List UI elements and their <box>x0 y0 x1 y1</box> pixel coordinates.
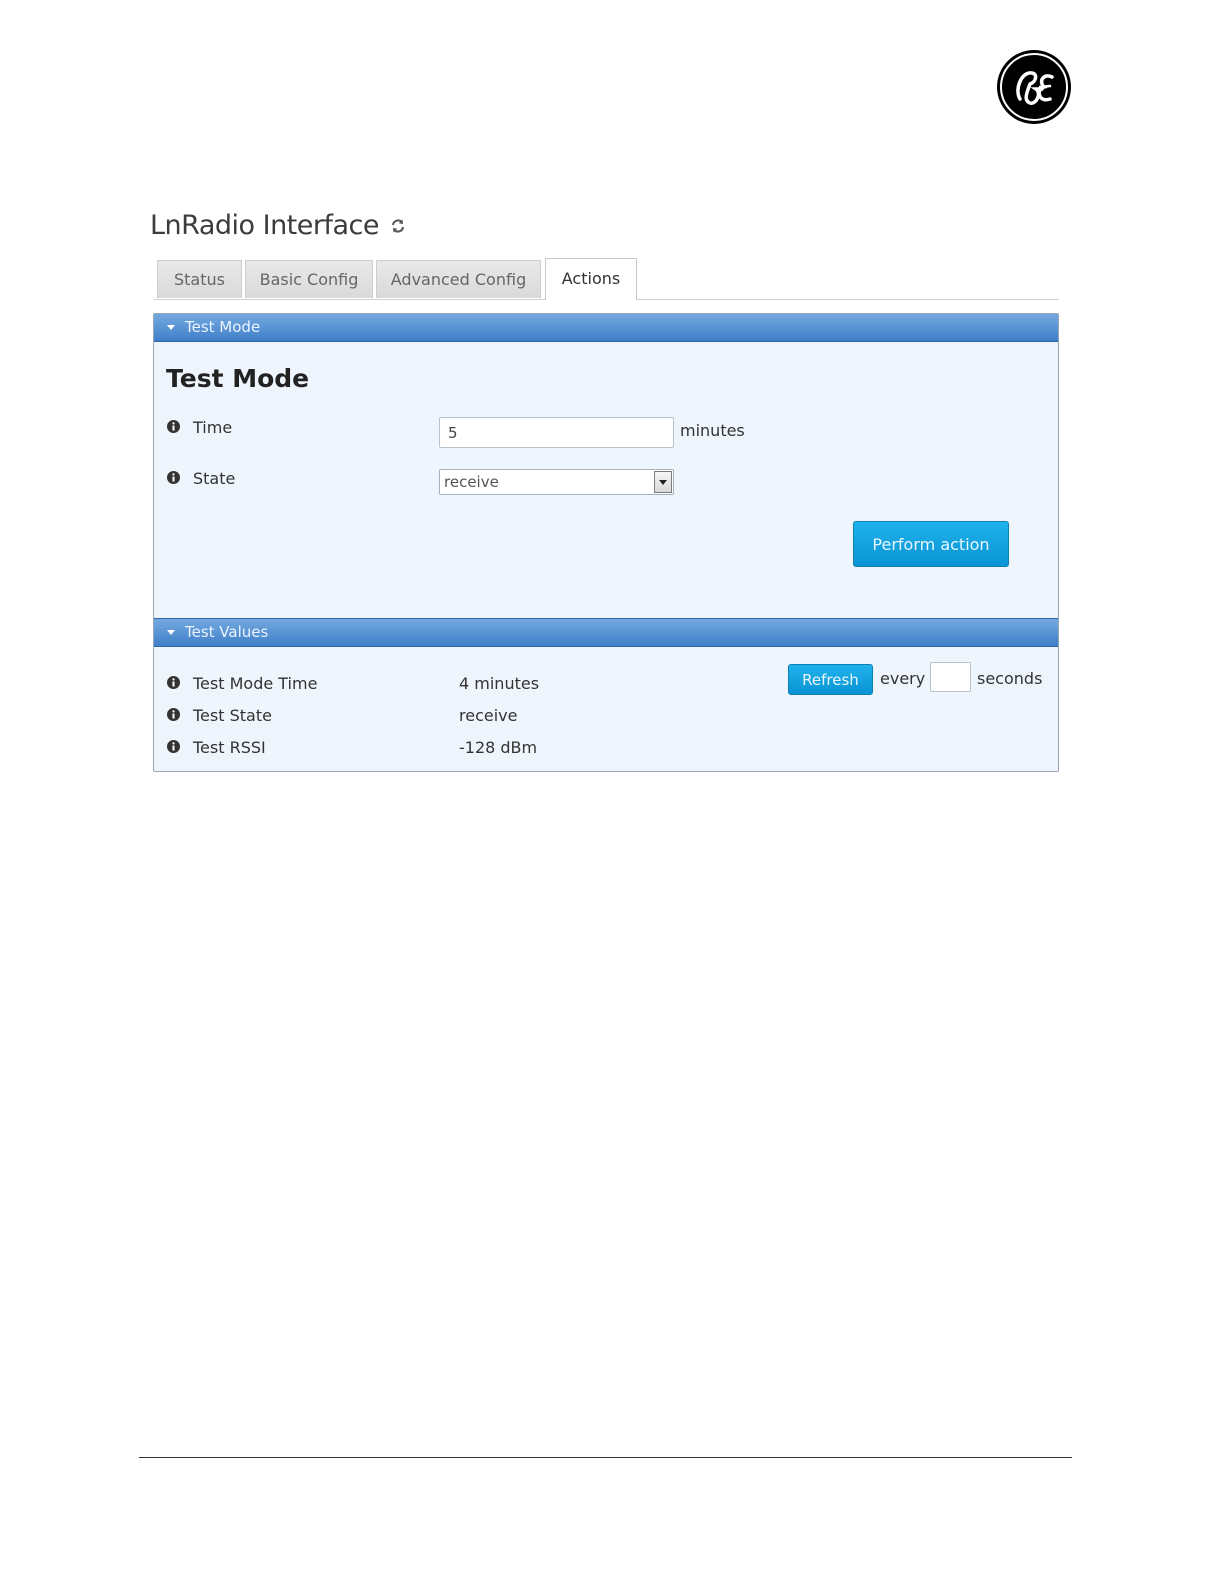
seconds-label: seconds <box>977 669 1043 688</box>
every-label: every <box>880 669 926 688</box>
info-icon[interactable] <box>167 708 180 721</box>
tab-basic-config[interactable]: Basic Config <box>245 260 373 298</box>
test-mode-time-value: 4 minutes <box>459 674 540 693</box>
perform-action-button[interactable]: Perform action <box>853 521 1009 567</box>
tab-status[interactable]: Status <box>157 260 242 298</box>
footer-divider <box>139 1457 1072 1458</box>
info-icon[interactable] <box>167 471 180 484</box>
page-title: LnRadio Interface <box>150 210 380 241</box>
test-mode-heading: Test Mode <box>166 364 310 393</box>
section-title: Test Values <box>185 623 269 641</box>
test-state-label: Test State <box>193 706 272 725</box>
collapse-caret-icon <box>167 325 175 330</box>
test-rssi-label: Test RSSI <box>193 738 266 757</box>
refresh-interval-input[interactable] <box>930 662 971 692</box>
tab-bar: Status Basic Config Advanced Config Acti… <box>154 258 1059 300</box>
refresh-button[interactable]: Refresh <box>788 664 873 695</box>
test-rssi-value: -128 dBm <box>459 738 538 757</box>
state-select-value: receive <box>444 473 499 491</box>
info-icon[interactable] <box>167 740 180 753</box>
section-header-test-mode[interactable]: Test Mode <box>154 314 1058 342</box>
info-icon[interactable] <box>167 420 180 433</box>
test-mode-time-label: Test Mode Time <box>193 674 318 693</box>
tab-actions[interactable]: Actions <box>545 258 637 300</box>
time-input[interactable] <box>439 417 674 448</box>
tab-advanced-config[interactable]: Advanced Config <box>376 260 541 298</box>
test-state-value: receive <box>459 706 518 725</box>
section-title: Test Mode <box>185 318 261 336</box>
collapse-caret-icon <box>167 630 175 635</box>
section-header-test-values[interactable]: Test Values <box>154 618 1058 647</box>
time-label: Time <box>193 418 233 437</box>
state-select[interactable]: receive <box>439 469 674 495</box>
refresh-icon[interactable] <box>390 218 406 234</box>
ge-logo <box>997 50 1071 124</box>
actions-panel: Test Mode Test Mode Time minutes State r… <box>153 313 1059 772</box>
chevron-down-icon[interactable] <box>654 471 672 493</box>
state-label: State <box>193 469 236 488</box>
info-icon[interactable] <box>167 676 180 689</box>
time-unit: minutes <box>680 421 745 440</box>
